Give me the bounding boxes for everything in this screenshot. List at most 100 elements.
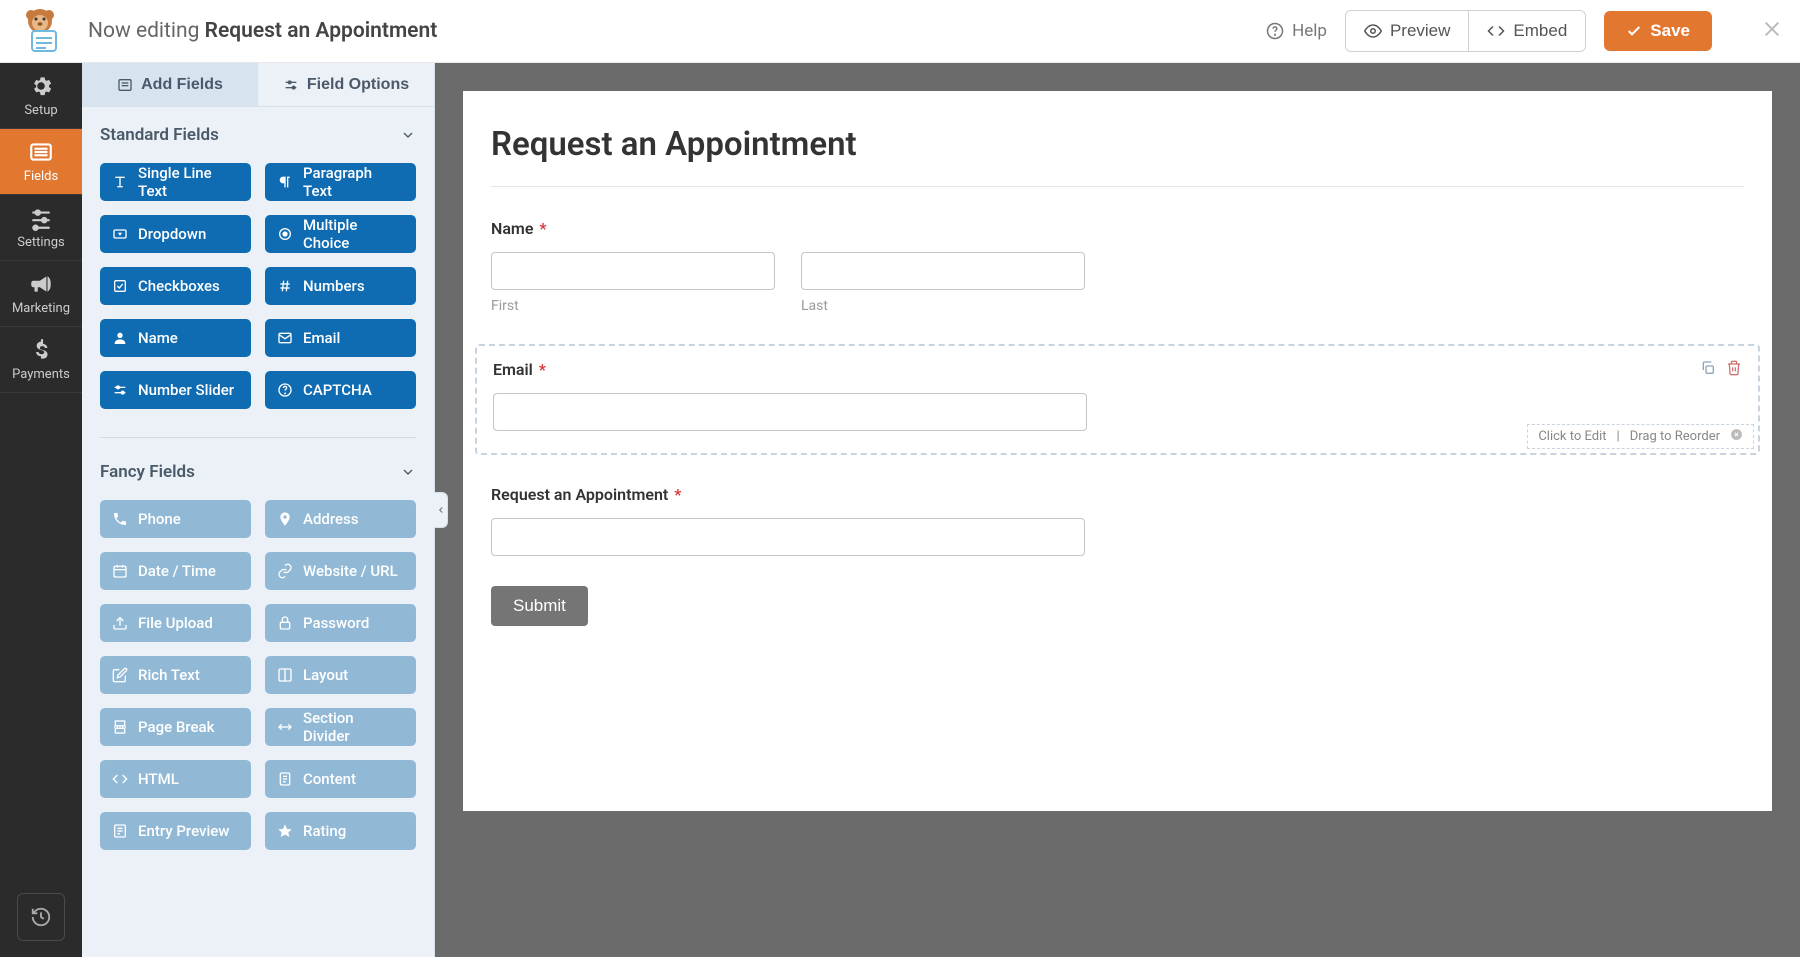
hint-edit-text: Click to Edit	[1538, 429, 1606, 444]
field-dropdown[interactable]: Dropdown	[100, 215, 251, 253]
submit-button[interactable]: Submit	[491, 586, 588, 626]
field-item-label: File Upload	[138, 614, 213, 632]
field-item-label: Number Slider	[138, 381, 234, 399]
form-field-appointment[interactable]: Request an Appointment *	[491, 485, 1744, 556]
field-multiple-choice[interactable]: Multiple Choice	[265, 215, 416, 253]
help-button[interactable]: Help	[1266, 21, 1327, 41]
required-indicator: *	[535, 360, 546, 379]
field-section-divider[interactable]: Section Divider	[265, 708, 416, 746]
section-label: Standard Fields	[100, 125, 219, 145]
field-html[interactable]: HTML	[100, 760, 251, 798]
field-captcha[interactable]: CAPTCHA	[265, 371, 416, 409]
field-label-email: Email *	[493, 360, 1742, 379]
slider-icon	[112, 382, 128, 398]
pin-icon	[277, 511, 293, 527]
form-field-email[interactable]: Email * Click to Edit | Drag to Reorder	[475, 344, 1760, 455]
help-label: Help	[1292, 21, 1327, 41]
tab-field-options[interactable]: Field Options	[258, 63, 434, 106]
standard-fields-heading[interactable]: Standard Fields	[100, 125, 416, 145]
field-item-label: Password	[303, 614, 369, 632]
radio-icon	[277, 226, 293, 242]
check-icon	[112, 278, 128, 294]
check-icon	[1626, 23, 1642, 39]
top-bar: Now editing Request an Appointment Help …	[0, 0, 1800, 63]
mail-icon	[277, 330, 293, 346]
sidebar-label: Settings	[17, 235, 64, 250]
email-input[interactable]	[493, 393, 1087, 431]
sidebar-item-marketing[interactable]: Marketing	[0, 261, 82, 327]
field-checkboxes[interactable]: Checkboxes	[100, 267, 251, 305]
required-indicator: *	[670, 485, 681, 504]
field-rating[interactable]: Rating	[265, 812, 416, 850]
copy-icon	[1700, 360, 1716, 376]
icon-sidebar: Setup Fields Settings Marketing Payments	[0, 63, 82, 957]
field-action-bar	[1700, 360, 1742, 380]
label-text: Request an Appointment	[491, 485, 668, 504]
close-button[interactable]	[1760, 17, 1784, 45]
field-label-appointment: Request an Appointment *	[491, 485, 1744, 504]
user-icon	[112, 330, 128, 346]
embed-button[interactable]: Embed	[1468, 11, 1585, 51]
dollar-icon	[28, 337, 54, 363]
first-name-input[interactable]	[491, 252, 775, 290]
form-field-name[interactable]: Name * First Last	[491, 219, 1744, 314]
save-button[interactable]: Save	[1604, 11, 1712, 51]
delete-field-button[interactable]	[1726, 360, 1742, 380]
add-fields-icon	[117, 77, 133, 93]
doc-icon	[277, 771, 293, 787]
phone-icon	[112, 511, 128, 527]
field-item-label: CAPTCHA	[303, 381, 372, 399]
field-name[interactable]: Name	[100, 319, 251, 357]
hint-close-button[interactable]	[1730, 428, 1743, 445]
calendar-icon	[112, 563, 128, 579]
field-password[interactable]: Password	[265, 604, 416, 642]
sidebar-label: Fields	[24, 169, 58, 184]
field-single-line-text[interactable]: Single Line Text	[100, 163, 251, 201]
field-item-label: Email	[303, 329, 340, 347]
preview-button[interactable]: Preview	[1346, 11, 1468, 51]
label-text: Name	[491, 219, 533, 238]
appointment-input[interactable]	[491, 518, 1085, 556]
field-date-time[interactable]: Date / Time	[100, 552, 251, 590]
field-website-url[interactable]: Website / URL	[265, 552, 416, 590]
sidebar-item-fields[interactable]: Fields	[0, 129, 82, 195]
sidebar-item-settings[interactable]: Settings	[0, 195, 82, 261]
revisions-button[interactable]	[17, 893, 65, 941]
field-layout[interactable]: Layout	[265, 656, 416, 694]
tab-add-fields[interactable]: Add Fields	[82, 63, 258, 106]
sliders-icon	[28, 205, 54, 231]
required-indicator: *	[535, 219, 546, 238]
last-name-col: Last	[801, 252, 1085, 314]
field-item-label: HTML	[138, 770, 179, 788]
preview-label: Preview	[1390, 21, 1450, 41]
panel-collapse-button[interactable]	[434, 492, 448, 528]
sidebar-item-setup[interactable]: Setup	[0, 63, 82, 129]
bullhorn-icon	[28, 271, 54, 297]
field-file-upload[interactable]: File Upload	[100, 604, 251, 642]
field-entry-preview[interactable]: Entry Preview	[100, 812, 251, 850]
fancy-fields-heading[interactable]: Fancy Fields	[100, 462, 416, 482]
field-paragraph-text[interactable]: Paragraph Text	[265, 163, 416, 201]
panel-body: Standard Fields Single Line Text Paragrap…	[82, 107, 434, 957]
field-content[interactable]: Content	[265, 760, 416, 798]
name-row: First Last	[491, 252, 1744, 314]
field-number-slider[interactable]: Number Slider	[100, 371, 251, 409]
field-item-label: Name	[138, 329, 178, 347]
field-item-label: Numbers	[303, 277, 365, 295]
field-numbers[interactable]: Numbers	[265, 267, 416, 305]
chevron-down-icon	[400, 464, 416, 480]
question-icon	[277, 382, 293, 398]
code-icon	[112, 771, 128, 787]
last-name-input[interactable]	[801, 252, 1085, 290]
field-item-label: Paragraph Text	[303, 164, 404, 200]
upload-icon	[112, 615, 128, 631]
field-item-label: Rich Text	[138, 666, 200, 684]
sidebar-item-payments[interactable]: Payments	[0, 327, 82, 393]
form-title[interactable]: Request an Appointment	[491, 125, 1744, 187]
field-rich-text[interactable]: Rich Text	[100, 656, 251, 694]
duplicate-field-button[interactable]	[1700, 360, 1716, 380]
field-email[interactable]: Email	[265, 319, 416, 357]
field-page-break[interactable]: Page Break	[100, 708, 251, 746]
field-phone[interactable]: Phone	[100, 500, 251, 538]
field-address[interactable]: Address	[265, 500, 416, 538]
